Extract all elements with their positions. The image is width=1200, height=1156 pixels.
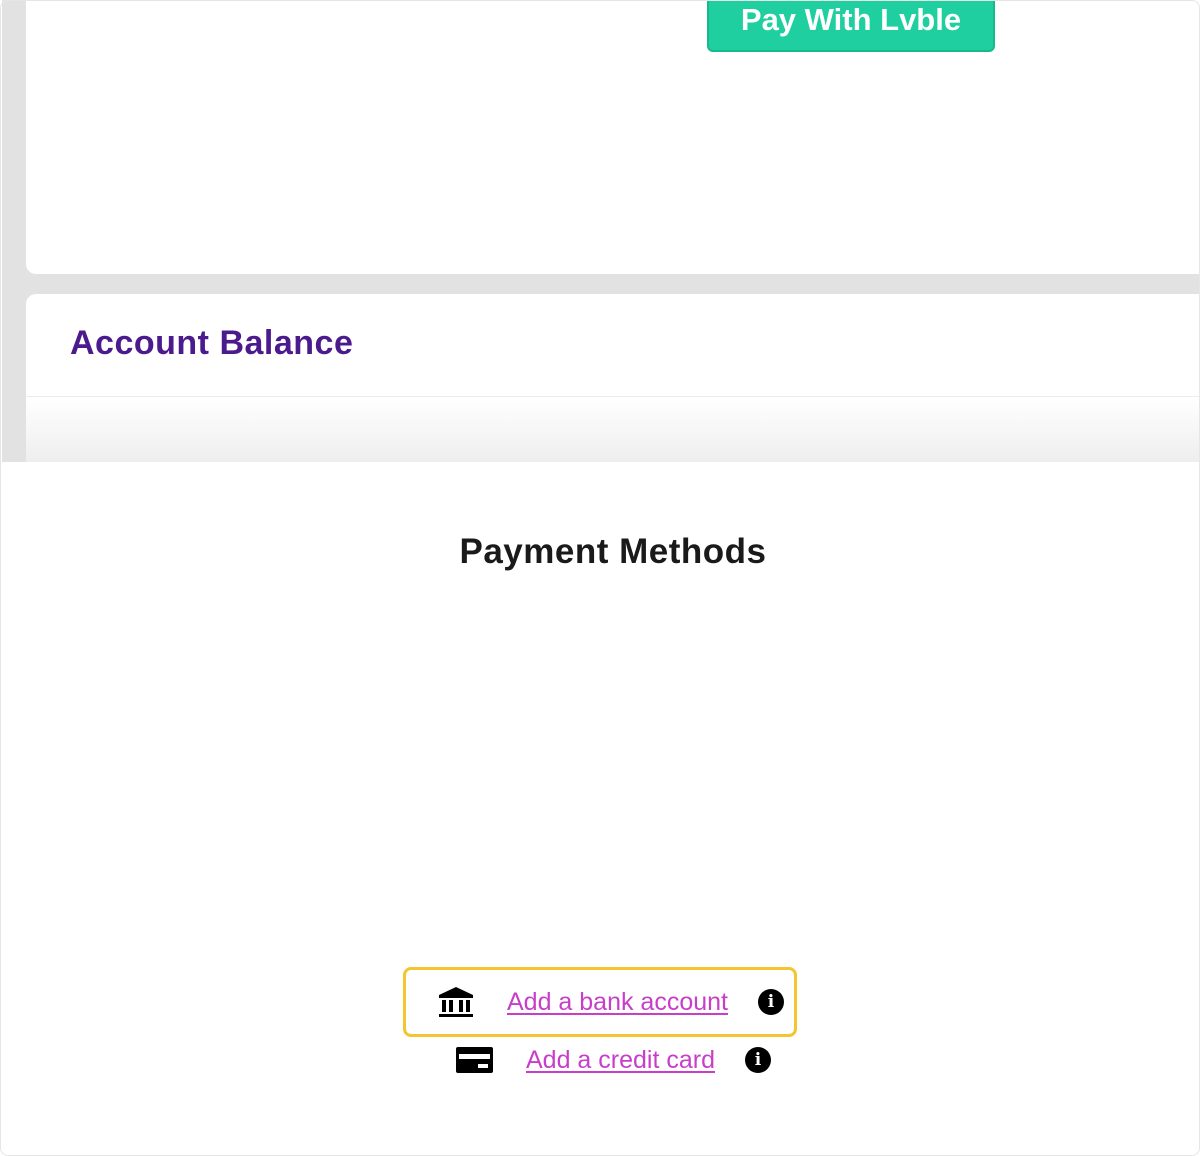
add-bank-account-option[interactable]: Add a bank account i [438,986,784,1018]
credit-card-icon [456,1045,493,1075]
info-icon[interactable]: i [758,989,784,1015]
bank-icon [438,986,474,1018]
account-balance-card: Account Balance [26,294,1200,462]
account-balance-title: Account Balance [70,324,354,362]
balance-content-area [26,398,1200,462]
pay-with-lvble-button[interactable]: Pay With Lvble [707,0,995,52]
add-credit-card-link[interactable]: Add a credit card [526,1046,715,1075]
payment-methods-title: Payment Methods [459,532,767,571]
payment-card: Pay With Lvble [26,0,1200,274]
background-page: Pay With Lvble Account Balance [2,0,1200,462]
divider [26,396,1200,397]
add-credit-card-option[interactable]: Add a credit card i [456,1045,771,1075]
info-icon[interactable]: i [745,1047,771,1073]
add-bank-account-link[interactable]: Add a bank account [507,988,728,1017]
